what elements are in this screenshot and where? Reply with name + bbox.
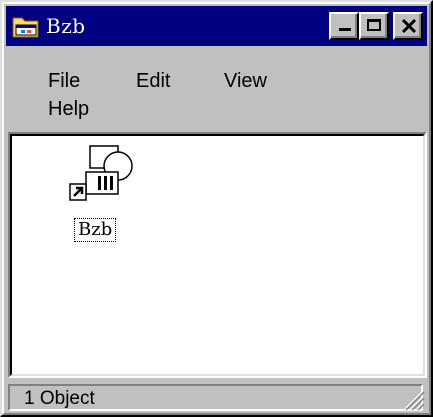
maximize-icon (367, 19, 381, 31)
menu-help[interactable]: Help (48, 98, 89, 121)
file-label: Bzb (74, 218, 117, 242)
status-text: 1 Object (24, 388, 95, 409)
menu-bar: File Edit View Help (6, 66, 427, 126)
title-bar[interactable]: Bzb (6, 6, 427, 46)
menu-edit[interactable]: Edit (136, 70, 170, 93)
maximize-button[interactable] (359, 12, 389, 40)
close-icon (401, 18, 417, 34)
window-title: Bzb (46, 14, 86, 38)
file-list-area[interactable]: Bzb (8, 132, 427, 378)
resize-grip-icon[interactable] (399, 385, 425, 411)
minimize-icon (339, 28, 351, 31)
folder-icon[interactable] (12, 13, 40, 39)
menu-file[interactable]: File (48, 70, 80, 93)
explorer-window: Bzb File Edit View Help Bzb 1 Object (0, 0, 433, 417)
title-buttons (329, 12, 423, 40)
close-button[interactable] (393, 12, 423, 40)
minimize-button[interactable] (329, 12, 359, 40)
menu-view[interactable]: View (224, 70, 267, 93)
